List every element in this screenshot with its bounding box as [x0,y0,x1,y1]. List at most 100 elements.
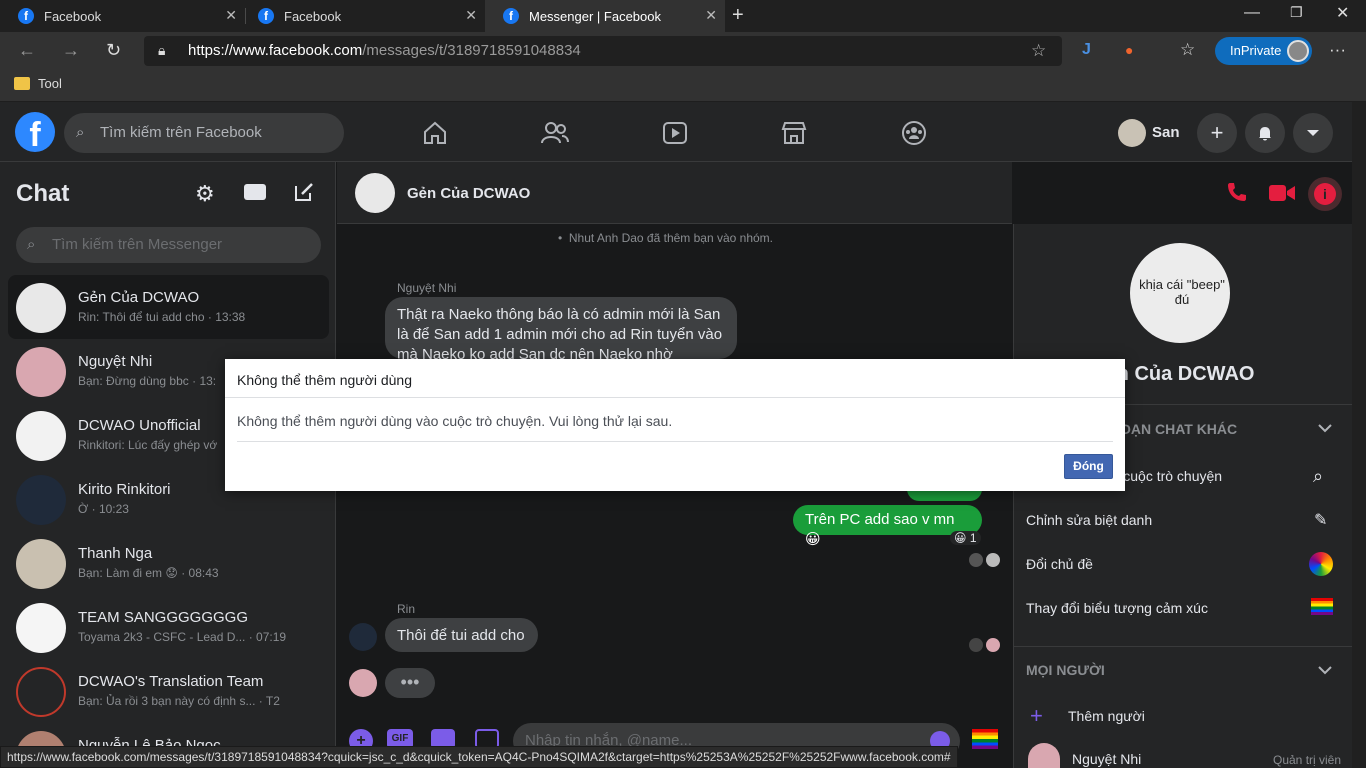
forward-icon[interactable]: → [62,40,80,61]
chevron-down-icon[interactable] [1317,662,1333,683]
favorite-star-icon[interactable]: ☆ [1031,41,1046,61]
edit-nicknames[interactable]: Chỉnh sửa biệt danh [1026,512,1152,528]
dialog-message: Không thể thêm người dùng vào cuộc trò c… [237,413,673,429]
sender-name: Nguyệt Nhi [397,281,457,295]
dialog-divider [225,397,1125,398]
change-emoji[interactable]: Thay đổi biểu tượng cảm xúc [1026,600,1208,616]
message-bubble[interactable]: Thật ra Naeko thông báo là có admin mới … [385,297,737,359]
member-avatar [1028,743,1060,768]
close-window-icon[interactable]: ✕ [1336,3,1349,23]
notifications-bell-icon[interactable] [1245,113,1285,153]
new-tab-icon[interactable]: + [732,4,744,27]
marketplace-icon[interactable] [779,118,809,148]
new-message-compose-icon[interactable] [292,180,316,209]
user-avatar[interactable] [1118,119,1146,147]
browser-status-bar: https://www.facebook.com/messages/t/3189… [0,746,958,768]
add-person-plus-icon[interactable]: + [1030,703,1043,729]
bookmark-tool[interactable]: Tool [38,76,62,91]
chat-avatar[interactable] [355,173,395,213]
friends-icon[interactable] [540,118,570,148]
group-avatar: khịa cái "beep" đú [1130,243,1230,343]
facebook-favicon-icon: f [503,8,519,24]
pencil-icon[interactable]: ✎ [1314,510,1327,530]
seen-avatar [969,553,983,567]
refresh-icon[interactable]: ↻ [106,40,121,61]
page-scrollbar[interactable] [1352,102,1366,768]
restore-window-icon[interactable]: ❐ [1290,4,1303,21]
phone-call-icon[interactable] [1226,181,1248,208]
conversation-item[interactable]: DCWAO's Translation Team Bạn: Ủa rồi 3 b… [8,659,329,723]
system-note-text: Nhut Anh Dao đã thêm bạn vào nhóm. [568,231,774,245]
conversation-name: TEAM SANGGGGGGGG [78,609,249,626]
new-room-video-icon[interactable] [244,184,266,200]
close-dialog-button[interactable]: Đóng [1064,454,1113,479]
watch-icon[interactable] [660,118,690,148]
account-menu-chevron-icon[interactable] [1293,113,1333,153]
seen-avatar [986,553,1000,567]
search-icon: ⌕ [76,124,85,141]
settings-gear-icon[interactable]: ⚙ [195,181,215,207]
conversation-info-icon[interactable]: i [1308,177,1342,211]
video-call-icon[interactable] [1269,184,1295,207]
messenger-search-input[interactable]: ⌕ Tìm kiếm trên Messenger [16,227,321,263]
conversation-snippet: Rin: Thôi để tui add cho · 13:38 [78,310,246,324]
section-people[interactable]: MỌI NGƯỜI [1026,662,1105,678]
lock-icon[interactable]: 🔒︎ [158,42,165,59]
conversation-snippet: Toyama 2k3 - CSFC - Lead D... · 07:19 [78,630,287,644]
chat-title[interactable]: Gẻn Của DCWAO [407,185,530,202]
conversation-avatar [16,667,66,717]
error-dialog: Không thể thêm người dùng Không thể thêm… [225,359,1125,491]
browser-tab-bar: f Facebook ✕ f Facebook ✕ f Messenger | … [0,0,1366,32]
close-tab-icon[interactable]: ✕ [225,7,237,24]
conversation-snippet: Ờ · 10:23 [78,502,129,516]
user-name[interactable]: San [1152,124,1180,141]
conversation-item[interactable]: Nguyễn Lê Bảo Ngọc [8,723,329,746]
groups-icon[interactable] [899,118,929,148]
sender-avatar [349,623,377,651]
theme-color-icon[interactable] [1309,552,1333,576]
create-plus-icon[interactable]: + [1197,113,1237,153]
home-icon[interactable] [420,118,450,148]
minimize-window-icon[interactable]: — [1244,4,1260,22]
message-bubble[interactable]: Thôi để tui add cho [385,618,538,652]
facebook-search-input[interactable]: ⌕ Tìm kiếm trên Facebook [64,113,344,153]
divider [1013,646,1352,647]
browser-tab-2[interactable]: f Facebook ✕ [240,0,485,32]
chevron-down-icon[interactable] [1317,420,1333,441]
back-icon[interactable]: ← [18,40,36,61]
conversation-name: Nguyệt Nhi [78,353,153,370]
browser-tab-1[interactable]: f Facebook ✕ [0,0,245,32]
folder-icon [14,77,30,90]
close-tab-icon[interactable]: ✕ [465,7,477,24]
member-name[interactable]: Nguyệt Nhi [1072,751,1141,767]
facebook-favicon-icon: f [18,8,34,24]
extension-fire-icon[interactable]: ● [1125,42,1133,58]
change-theme[interactable]: Đổi chủ đề [1026,556,1093,572]
conversation-avatar [16,283,66,333]
facebook-logo-icon[interactable]: f [15,112,55,152]
browser-tab-3-active[interactable]: f Messenger | Facebook ✕ [485,0,725,32]
member-role: Quản trị viên [1273,753,1342,767]
reaction-count[interactable]: 😀 1 [950,531,981,545]
conversation-avatar [16,539,66,589]
tab-label: Facebook [284,8,342,24]
profile-avatar [1287,40,1309,62]
more-options-icon[interactable]: ··· [1329,40,1346,60]
typing-indicator: ••• [385,668,435,698]
rainbow-flag-quick-reaction-icon[interactable] [972,729,998,749]
inprivate-badge[interactable]: InPrivate [1215,37,1312,65]
url-domain: https://www.facebook.com [188,42,363,59]
system-note: • Nhut Anh Dao đã thêm bạn vào nhóm. [558,231,773,245]
close-tab-icon[interactable]: ✕ [705,7,717,24]
url-text[interactable]: https://www.facebook.com/messages/t/3189… [188,42,581,59]
extension-j-icon[interactable]: J [1082,41,1091,59]
conversation-snippet: Bạn: Ủa rồi 3 bạn này có định s... · T2 [78,694,280,708]
conversation-snippet: Bạn: Làm đi em 😟 · 08:43 [78,566,219,580]
conversation-item[interactable]: TEAM SANGGGGGGGG Toyama 2k3 - CSFC - Lea… [8,595,329,659]
favorites-icon[interactable]: ☆ [1180,40,1195,60]
conversation-item[interactable]: Gẻn Của DCWAO Rin: Thôi để tui add cho ·… [8,275,329,339]
facebook-search-placeholder: Tìm kiếm trên Facebook [100,124,262,141]
conversation-item[interactable]: Thanh Nga Bạn: Làm đi em 😟 · 08:43 [8,531,329,595]
search-icon[interactable]: ⌕ [1313,466,1323,487]
add-people[interactable]: Thêm người [1068,708,1145,724]
